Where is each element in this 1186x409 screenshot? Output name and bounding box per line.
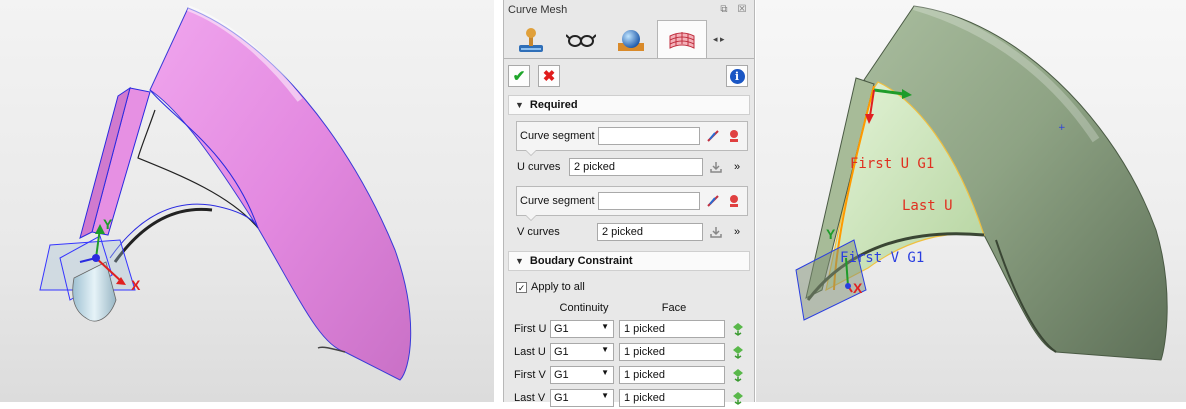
dropdown-arrow-icon: ▼ [601,321,609,331]
dropdown-arrow-icon: ▼ [601,390,609,400]
ok-button[interactable]: ✔ [508,65,530,87]
collapse-caret-icon: ▼ [515,256,524,266]
face-pick-icon[interactable] [730,390,746,406]
boundary-section-header[interactable]: ▼ Boudary Constraint [508,251,750,271]
tab-glasses[interactable] [557,22,605,58]
tab-sphere[interactable] [607,22,655,58]
restore-icon[interactable]: ⧉ [718,4,730,16]
tab-joystick[interactable] [507,22,555,58]
expand-chevron-icon[interactable]: » [729,224,745,240]
sphere-icon [618,30,644,51]
constraint-row-label: Last U [514,345,546,358]
left-3d-viewport[interactable]: Y X [0,0,494,402]
continuity-dropdown[interactable]: G1 ▼ [550,365,614,384]
face-pick-icon[interactable] [730,321,746,337]
face-field[interactable]: 1 picked [619,388,725,407]
constraint-row-label: First U [514,322,547,335]
face-field[interactable]: 1 picked [619,365,725,384]
info-icon: i [729,68,745,84]
right-model-render: + [795,2,1168,361]
continuity-dropdown[interactable]: G1 ▼ [550,388,614,407]
cancel-button[interactable]: ✖ [538,65,560,87]
apply-to-all-row[interactable]: ✓ Apply to all [516,277,754,297]
left-axis-y-label: Y [103,216,113,232]
continuity-dropdown[interactable]: G1 ▼ [550,342,614,361]
dropdown-arrow-icon: ▼ [601,344,609,354]
close-icon[interactable]: ☒ [736,4,748,16]
u-curves-field[interactable]: 2 picked [569,158,703,176]
face-field[interactable]: 1 picked [619,319,725,338]
curve-pick-icon[interactable] [705,193,721,209]
first-v-annotation: First V G1 [840,250,925,266]
filter-pin-icon[interactable] [726,193,742,209]
last-u-annotation: Last U [902,198,953,214]
joystick-icon [519,28,543,52]
required-section-title: Required [529,99,578,111]
left-model-render [39,5,412,381]
panel-title: Curve Mesh [508,4,568,16]
face-pick-icon[interactable] [730,344,746,360]
panel-actionbar: ✔ ✖ i [504,59,754,93]
left-axis-x-label: X [131,277,141,293]
constraint-row-last-v: Last V G1 ▼ 1 picked [504,386,754,409]
right-axis-y-label: Y [826,226,836,242]
tab-mesh-surface[interactable] [657,20,707,58]
constraint-row-first-v: First V G1 ▼ 1 picked [504,363,754,386]
filter-pin-icon[interactable] [726,128,742,144]
mesh-surface-icon [669,31,695,49]
apply-to-all-checkbox[interactable]: ✓ [516,281,527,293]
svg-text:+: + [1058,123,1066,133]
constraint-row-last-u: Last U G1 ▼ 1 picked [504,340,754,363]
u-curve-segment-input[interactable] [598,127,700,145]
right-axis-x-label: X [853,280,863,296]
face-column-header: Face [661,302,687,314]
download-icon[interactable] [708,224,724,240]
continuity-column-header: Continuity [559,302,609,314]
collapse-caret-icon: ▼ [515,100,524,110]
cross-icon: ✖ [542,68,556,85]
face-pick-icon[interactable] [730,367,746,383]
u-curve-segment-group: Curve segment [516,121,748,156]
v-curve-segment-group: Curve segment [516,186,748,221]
constraint-row-label: First V [514,368,546,381]
required-section-header[interactable]: ▼ Required [508,95,750,115]
boundary-section-title: Boudary Constraint [529,255,633,267]
glasses-icon [566,34,596,47]
panel-tabbar: ◂ ▸ [504,20,754,59]
tab-scroll-arrows[interactable]: ◂ ▸ [713,34,725,45]
continuity-dropdown[interactable]: G1 ▼ [550,319,614,338]
u-curve-segment-label: Curve segment [520,130,595,142]
download-icon[interactable] [708,159,724,175]
dropdown-arrow-icon: ▼ [601,367,609,377]
curve-mesh-panel: Curve Mesh ⧉ ☒ ◂ ▸ ✔ ✖ i ▼ Required Curv… [503,0,755,407]
curve-pick-icon[interactable] [705,128,721,144]
u-curves-label: U curves [517,161,561,173]
v-curves-field[interactable]: 2 picked [597,223,703,241]
u-curves-row: U curves 2 picked » [504,154,754,180]
face-field[interactable]: 1 picked [619,342,725,361]
constraint-row-first-u: First U G1 ▼ 1 picked [504,317,754,340]
checkmark-icon: ✔ [512,68,526,85]
v-curve-segment-label: Curve segment [520,195,595,207]
first-u-annotation: First U G1 [850,156,935,172]
v-curve-segment-input[interactable] [598,192,700,210]
v-curves-label: V curves [517,226,560,238]
pink-elbow-surface [149,7,412,381]
panel-titlebar: Curve Mesh ⧉ ☒ [504,0,754,20]
right-3d-viewport[interactable]: + First U G1 Last U First V G1 Y X [756,0,1186,402]
expand-chevron-icon[interactable]: » [729,159,745,175]
v-curves-row: V curves 2 picked » [504,219,754,245]
constraint-column-headers: Continuity Face [504,299,754,317]
info-button[interactable]: i [726,65,748,87]
apply-to-all-label: Apply to all [531,281,585,293]
